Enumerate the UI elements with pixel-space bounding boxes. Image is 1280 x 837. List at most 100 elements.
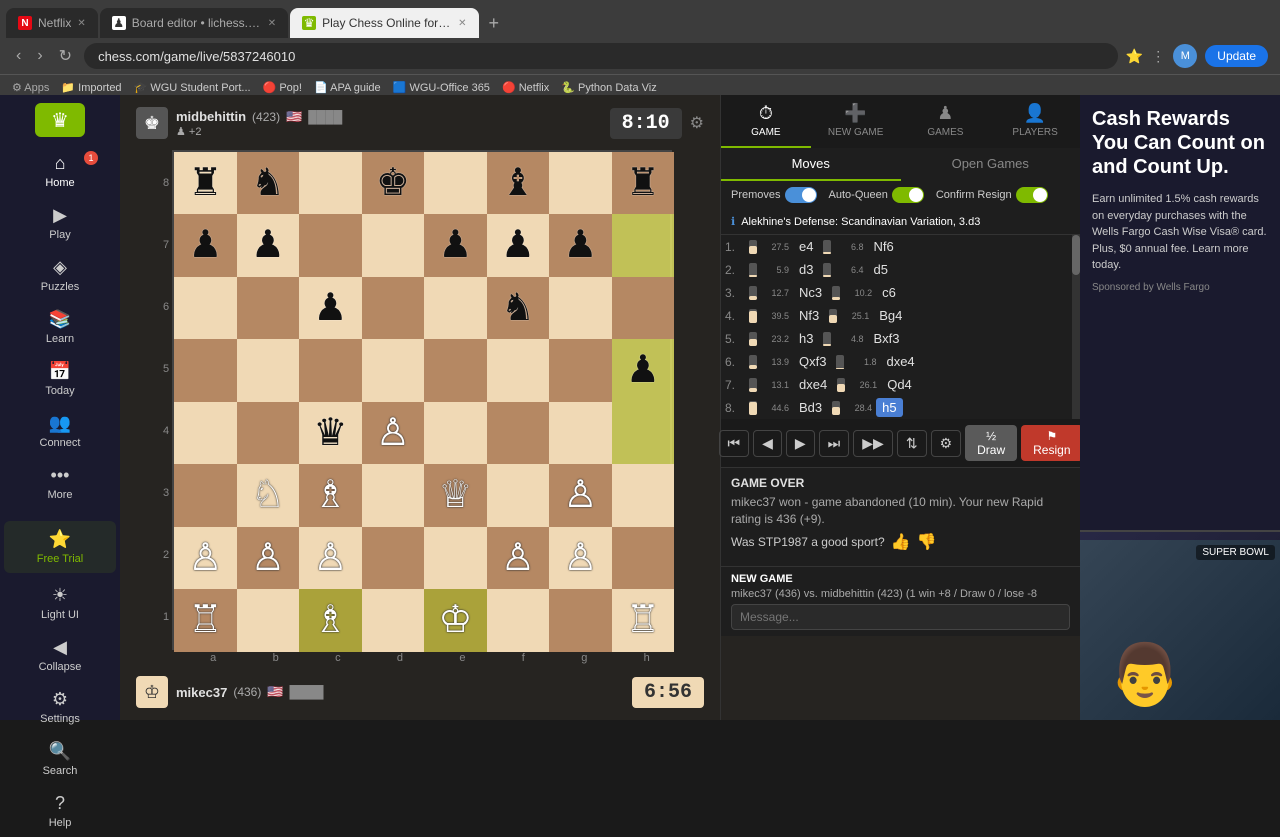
- chess-logo[interactable]: ♛: [30, 103, 90, 137]
- next-move-button[interactable]: ▶: [786, 430, 815, 457]
- message-input[interactable]: [731, 604, 1070, 630]
- bookmark-python[interactable]: 🐍 Python Data Viz: [561, 81, 656, 94]
- sidebar-item-light-ui[interactable]: ☀ Light UI: [0, 577, 120, 629]
- square[interactable]: [237, 277, 300, 340]
- square[interactable]: ♟: [487, 214, 550, 277]
- square[interactable]: [174, 464, 237, 527]
- square[interactable]: [612, 214, 675, 277]
- square[interactable]: ♙: [549, 464, 612, 527]
- square[interactable]: [487, 464, 550, 527]
- white-move-button[interactable]: h3: [793, 329, 819, 348]
- square[interactable]: ♙: [362, 402, 425, 465]
- square[interactable]: ♘: [237, 464, 300, 527]
- sidebar-item-play[interactable]: ▶ Play: [0, 197, 120, 249]
- scrollbar-thumb[interactable]: [1072, 235, 1080, 275]
- square[interactable]: ♞: [237, 152, 300, 215]
- white-move-button[interactable]: Nc3: [793, 283, 828, 302]
- square[interactable]: [174, 402, 237, 465]
- square[interactable]: [299, 214, 362, 277]
- square[interactable]: ♖: [174, 589, 237, 652]
- square[interactable]: ♙: [174, 527, 237, 590]
- black-move-button[interactable]: Nf6: [867, 237, 899, 256]
- square[interactable]: ♞: [487, 277, 550, 340]
- black-move-button[interactable]: Bg4: [873, 306, 908, 325]
- square[interactable]: [362, 589, 425, 652]
- nav-tab-players[interactable]: 👤 PLAYERS: [990, 95, 1080, 148]
- square[interactable]: [362, 464, 425, 527]
- white-move-button[interactable]: Nf3: [793, 306, 825, 325]
- tab-netflix[interactable]: N Netflix ✕: [6, 8, 98, 38]
- auto-play-button[interactable]: ▶▶: [853, 430, 893, 457]
- tab-lichess[interactable]: ♟ Board editor • lichess.org ✕: [100, 8, 288, 38]
- black-move-button[interactable]: h5: [876, 398, 902, 417]
- first-move-button[interactable]: ⏮: [719, 430, 750, 457]
- nav-tab-games[interactable]: ♟ GAMES: [901, 95, 991, 148]
- square[interactable]: ♙: [549, 527, 612, 590]
- last-move-button[interactable]: ⏭: [819, 430, 850, 457]
- square[interactable]: [362, 214, 425, 277]
- bookmark-netflix[interactable]: 🔴 Netflix: [502, 81, 549, 94]
- square[interactable]: ♝: [487, 152, 550, 215]
- square[interactable]: [299, 339, 362, 402]
- square[interactable]: ♟: [549, 214, 612, 277]
- sidebar-item-settings[interactable]: ⚙ Settings: [0, 681, 120, 733]
- square[interactable]: ♟: [424, 214, 487, 277]
- square[interactable]: [549, 339, 612, 402]
- bookmark-apa[interactable]: 📄 APA guide: [314, 81, 381, 94]
- auto-queen-toggle[interactable]: [892, 187, 924, 203]
- black-move-button[interactable]: dxe4: [880, 352, 920, 371]
- square[interactable]: [424, 277, 487, 340]
- analysis-button[interactable]: ⚙: [931, 430, 962, 457]
- sidebar-item-free-trial[interactable]: ⭐ Free Trial: [4, 521, 116, 573]
- square[interactable]: ♗: [299, 464, 362, 527]
- update-button[interactable]: Update: [1205, 45, 1268, 67]
- square[interactable]: ♜: [174, 152, 237, 215]
- bookmark-pop[interactable]: 🔴 Pop!: [263, 81, 302, 94]
- thumbs-up-button[interactable]: 👍: [891, 532, 911, 552]
- square[interactable]: [299, 152, 362, 215]
- black-move-button[interactable]: d5: [867, 260, 893, 279]
- square[interactable]: ♙: [299, 527, 362, 590]
- moves-scrollbar[interactable]: [1072, 235, 1080, 419]
- sidebar-item-learn[interactable]: 📚 Learn: [0, 301, 120, 353]
- square[interactable]: ♟: [299, 277, 362, 340]
- address-input[interactable]: [84, 43, 1118, 69]
- square[interactable]: [487, 402, 550, 465]
- sidebar-item-help[interactable]: ? Help: [0, 785, 120, 837]
- nav-tab-new-game[interactable]: ➕ NEW GAME: [811, 95, 901, 148]
- sidebar-item-more[interactable]: ••• More: [0, 457, 120, 509]
- square[interactable]: [612, 402, 675, 465]
- square[interactable]: ♛: [299, 402, 362, 465]
- square[interactable]: [612, 277, 675, 340]
- sidebar-item-puzzles[interactable]: ◈ Puzzles: [0, 249, 120, 301]
- sidebar-item-search[interactable]: 🔍 Search: [0, 733, 120, 785]
- confirm-resign-toggle[interactable]: [1016, 187, 1048, 203]
- draw-button[interactable]: ½ Draw: [965, 425, 1017, 461]
- flip-board-button[interactable]: ⇅: [897, 430, 927, 457]
- square[interactable]: [424, 152, 487, 215]
- square[interactable]: [174, 277, 237, 340]
- bookmark-imported[interactable]: 📁 Imported: [61, 81, 121, 94]
- square[interactable]: [549, 589, 612, 652]
- black-move-button[interactable]: Qd4: [881, 375, 918, 394]
- square[interactable]: [549, 402, 612, 465]
- square[interactable]: ♙: [237, 527, 300, 590]
- forward-button[interactable]: ›: [33, 45, 46, 67]
- moves-tab-moves[interactable]: Moves: [721, 148, 901, 181]
- square[interactable]: ♖: [612, 589, 675, 652]
- bookmark-wgu[interactable]: 🎓 WGU Student Port...: [134, 81, 251, 94]
- square[interactable]: [174, 339, 237, 402]
- square[interactable]: [487, 589, 550, 652]
- square[interactable]: ♕: [424, 464, 487, 527]
- square[interactable]: [549, 152, 612, 215]
- square[interactable]: [487, 339, 550, 402]
- board-settings-button[interactable]: ⚙: [690, 113, 704, 133]
- tab-chess[interactable]: ♛ Play Chess Online for FREE ✕: [290, 8, 478, 38]
- moves-tab-open-games[interactable]: Open Games: [901, 148, 1081, 181]
- square[interactable]: ♙: [487, 527, 550, 590]
- sidebar-item-home[interactable]: ⌂ Home 1: [0, 145, 120, 197]
- square[interactable]: ♜: [612, 152, 675, 215]
- thumbs-down-button[interactable]: 👎: [917, 532, 937, 552]
- sidebar-item-collapse[interactable]: ◀ Collapse: [0, 629, 120, 681]
- square[interactable]: [362, 339, 425, 402]
